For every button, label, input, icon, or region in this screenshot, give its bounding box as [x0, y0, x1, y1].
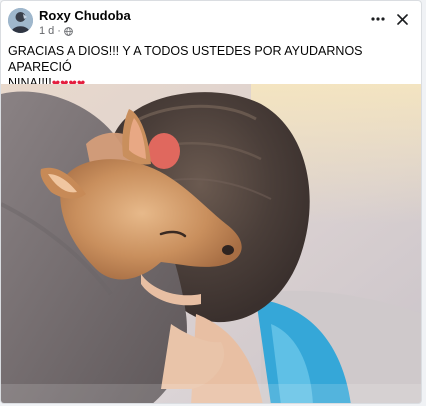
author-avatar[interactable]: [8, 8, 33, 33]
close-button[interactable]: [391, 9, 413, 29]
post-photo[interactable]: [1, 84, 421, 403]
author-name[interactable]: Roxy Chudoba: [39, 8, 131, 23]
close-icon: [396, 13, 408, 25]
post-header: Roxy Chudoba 1 d ·: [1, 1, 421, 41]
more-options-button[interactable]: [367, 9, 389, 29]
post-time[interactable]: 1 d: [39, 25, 54, 37]
post-meta: 1 d ·: [39, 25, 73, 37]
avatar-image: [8, 8, 33, 33]
meta-separator: ·: [57, 25, 61, 37]
post-card: Roxy Chudoba 1 d · GRACIAS A DIOS!!! Y A…: [0, 0, 422, 404]
photo-dog-and-child: [1, 84, 421, 403]
more-horizontal-icon: [371, 17, 385, 21]
globe-icon: [64, 26, 73, 36]
post-text-line-1: GRACIAS A DIOS!!! Y A TODOS USTEDES POR …: [8, 44, 363, 74]
